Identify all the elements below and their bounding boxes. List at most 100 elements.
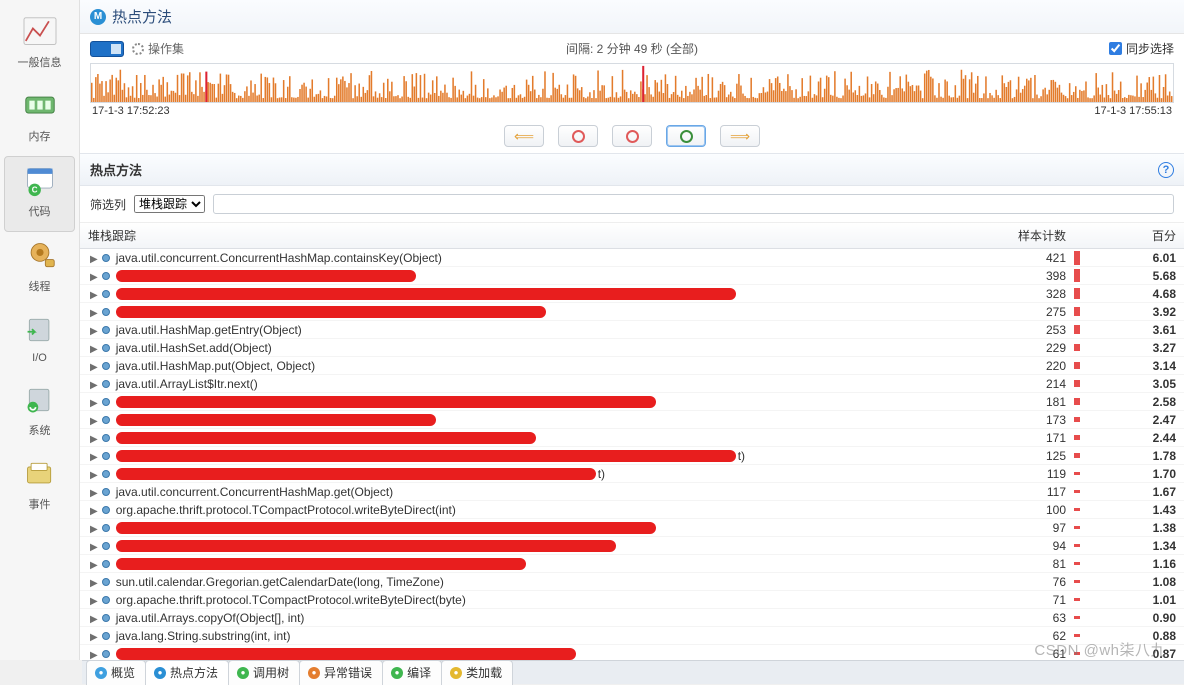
method-name: java.util.Arrays.copyOf(Object[], int) bbox=[116, 611, 305, 625]
percent: 1.34 bbox=[1094, 537, 1184, 555]
expand-icon[interactable]: ▶ bbox=[90, 272, 98, 283]
nav-system[interactable]: 系统 bbox=[0, 376, 79, 450]
table-row[interactable]: ▶java.util.concurrent.ConcurrentHashMap.… bbox=[80, 249, 1184, 267]
nav-threads[interactable]: 线程 bbox=[0, 232, 79, 306]
sample-count: 100 bbox=[934, 501, 1074, 519]
table-row[interactable]: ▶java.util.HashMap.getEntry(Object)2533.… bbox=[80, 321, 1184, 339]
col-trace[interactable]: 堆栈跟踪 bbox=[80, 223, 934, 249]
percent: 5.68 bbox=[1094, 267, 1184, 285]
table-row[interactable]: ▶811.16 bbox=[80, 555, 1184, 573]
expand-icon[interactable]: ▶ bbox=[90, 362, 98, 373]
nav-code[interactable]: C代码 bbox=[4, 156, 75, 232]
expand-icon[interactable]: ▶ bbox=[90, 452, 98, 463]
method-icon bbox=[102, 632, 110, 640]
table-row[interactable]: ▶sun.util.calendar.Gregorian.getCalendar… bbox=[80, 573, 1184, 591]
table-row[interactable]: ▶971.38 bbox=[80, 519, 1184, 537]
table-row[interactable]: ▶org.apache.thrift.protocol.TCompactProt… bbox=[80, 501, 1184, 519]
col-count[interactable]: 样本计数 bbox=[934, 223, 1074, 249]
nav-events[interactable]: 事件 bbox=[0, 450, 79, 524]
expand-icon[interactable]: ▶ bbox=[90, 650, 98, 661]
method-icon bbox=[102, 614, 110, 622]
table-row[interactable]: ▶java.util.ArrayList$Itr.next()2143.05 bbox=[80, 375, 1184, 393]
percent: 1.78 bbox=[1094, 447, 1184, 465]
expand-icon[interactable]: ▶ bbox=[90, 254, 98, 265]
percent: 6.01 bbox=[1094, 249, 1184, 267]
table-row[interactable]: ▶java.util.HashMap.put(Object, Object)22… bbox=[80, 357, 1184, 375]
expand-icon[interactable]: ▶ bbox=[90, 290, 98, 301]
tab-icon: ● bbox=[237, 667, 249, 679]
tab-概览[interactable]: ●概览 bbox=[86, 660, 146, 685]
tab-调用树[interactable]: ●调用树 bbox=[228, 660, 300, 685]
expand-icon[interactable]: ▶ bbox=[90, 560, 98, 571]
table-row[interactable]: ▶ 173 2.47 bbox=[80, 411, 1184, 429]
expand-icon[interactable]: ▶ bbox=[90, 470, 98, 481]
method-icon bbox=[102, 578, 110, 586]
timeline-end: 17-1-3 17:55:13 bbox=[1094, 105, 1172, 117]
sample-count: 173 bbox=[934, 411, 1074, 429]
percent: 2.47 bbox=[1094, 411, 1184, 429]
page-title: 热点方法 bbox=[112, 6, 172, 27]
zoom-mode-3[interactable] bbox=[666, 125, 706, 147]
table-row[interactable]: ▶1712.44 bbox=[80, 429, 1184, 447]
expand-icon[interactable]: ▶ bbox=[90, 578, 98, 589]
expand-icon[interactable]: ▶ bbox=[90, 398, 98, 409]
expand-icon[interactable]: ▶ bbox=[90, 506, 98, 517]
count-bar bbox=[1074, 251, 1080, 265]
tab-异常错误[interactable]: ●异常错误 bbox=[299, 660, 383, 685]
method-icon bbox=[102, 542, 110, 550]
zoom-mode-2[interactable] bbox=[612, 125, 652, 147]
expand-icon[interactable]: ▶ bbox=[90, 596, 98, 607]
nav-chart[interactable]: 一般信息 bbox=[0, 8, 79, 82]
expand-icon[interactable]: ▶ bbox=[90, 434, 98, 445]
count-bar bbox=[1074, 508, 1080, 511]
col-percent[interactable]: 百分 bbox=[1094, 223, 1184, 249]
tab-编译[interactable]: ●编译 bbox=[382, 660, 442, 685]
table-row[interactable]: ▶3985.68 bbox=[80, 267, 1184, 285]
table-row[interactable]: ▶java.util.concurrent.ConcurrentHashMap.… bbox=[80, 483, 1184, 501]
methods-table-scroll[interactable]: 堆栈跟踪 样本计数 百分 ▶java.util.concurrent.Concu… bbox=[80, 223, 1184, 660]
percent: 3.14 bbox=[1094, 357, 1184, 375]
percent: 1.01 bbox=[1094, 591, 1184, 609]
magnifier-icon bbox=[572, 130, 585, 143]
expand-icon[interactable]: ▶ bbox=[90, 542, 98, 553]
expand-icon[interactable]: ▶ bbox=[90, 308, 98, 319]
table-row[interactable]: ▶java.util.HashSet.add(Object)2293.27 bbox=[80, 339, 1184, 357]
nav-io[interactable]: I/O bbox=[0, 306, 79, 376]
percent: 1.67 bbox=[1094, 483, 1184, 501]
table-row[interactable]: ▶610.87 bbox=[80, 645, 1184, 661]
method-icon bbox=[102, 362, 110, 370]
table-row[interactable]: ▶org.apache.thrift.protocol.TCompactProt… bbox=[80, 591, 1184, 609]
percent: 2.44 bbox=[1094, 429, 1184, 447]
expand-icon[interactable]: ▶ bbox=[90, 614, 98, 625]
table-row[interactable]: ▶ 94 1.34 bbox=[80, 537, 1184, 555]
timeline-chart[interactable] bbox=[90, 63, 1174, 103]
nav-ram[interactable]: 内存 bbox=[0, 82, 79, 156]
expand-icon[interactable]: ▶ bbox=[90, 380, 98, 391]
prev-button[interactable]: ⟸ bbox=[504, 125, 544, 147]
next-button[interactable]: ⟹ bbox=[720, 125, 760, 147]
zoom-mode-1[interactable] bbox=[558, 125, 598, 147]
sample-count: 275 bbox=[934, 303, 1074, 321]
table-row[interactable]: ▶t)1251.78 bbox=[80, 447, 1184, 465]
count-bar bbox=[1074, 325, 1080, 333]
expand-icon[interactable]: ▶ bbox=[90, 416, 98, 427]
expand-icon[interactable]: ▶ bbox=[90, 524, 98, 535]
method-icon bbox=[102, 524, 110, 532]
table-row[interactable]: ▶1812.58 bbox=[80, 393, 1184, 411]
table-row[interactable]: ▶2753.92 bbox=[80, 303, 1184, 321]
table-row[interactable]: ▶java.lang.String.substring(int, int)620… bbox=[80, 627, 1184, 645]
percent: 1.70 bbox=[1094, 465, 1184, 483]
filter-input[interactable] bbox=[213, 194, 1174, 214]
expand-icon[interactable]: ▶ bbox=[90, 632, 98, 643]
expand-icon[interactable]: ▶ bbox=[90, 488, 98, 499]
tab-类加载[interactable]: ●类加载 bbox=[441, 660, 513, 685]
table-row[interactable]: ▶java.util.Arrays.copyOf(Object[], int)6… bbox=[80, 609, 1184, 627]
table-row[interactable]: ▶3284.68 bbox=[80, 285, 1184, 303]
table-row[interactable]: ▶t)1191.70 bbox=[80, 465, 1184, 483]
expand-icon[interactable]: ▶ bbox=[90, 326, 98, 337]
filter-column-select[interactable]: 堆栈跟踪 bbox=[134, 195, 205, 213]
sample-count: 94 bbox=[934, 537, 1074, 555]
tab-热点方法[interactable]: ●热点方法 bbox=[145, 660, 229, 685]
expand-icon[interactable]: ▶ bbox=[90, 344, 98, 355]
help-icon[interactable]: ? bbox=[1158, 162, 1174, 178]
